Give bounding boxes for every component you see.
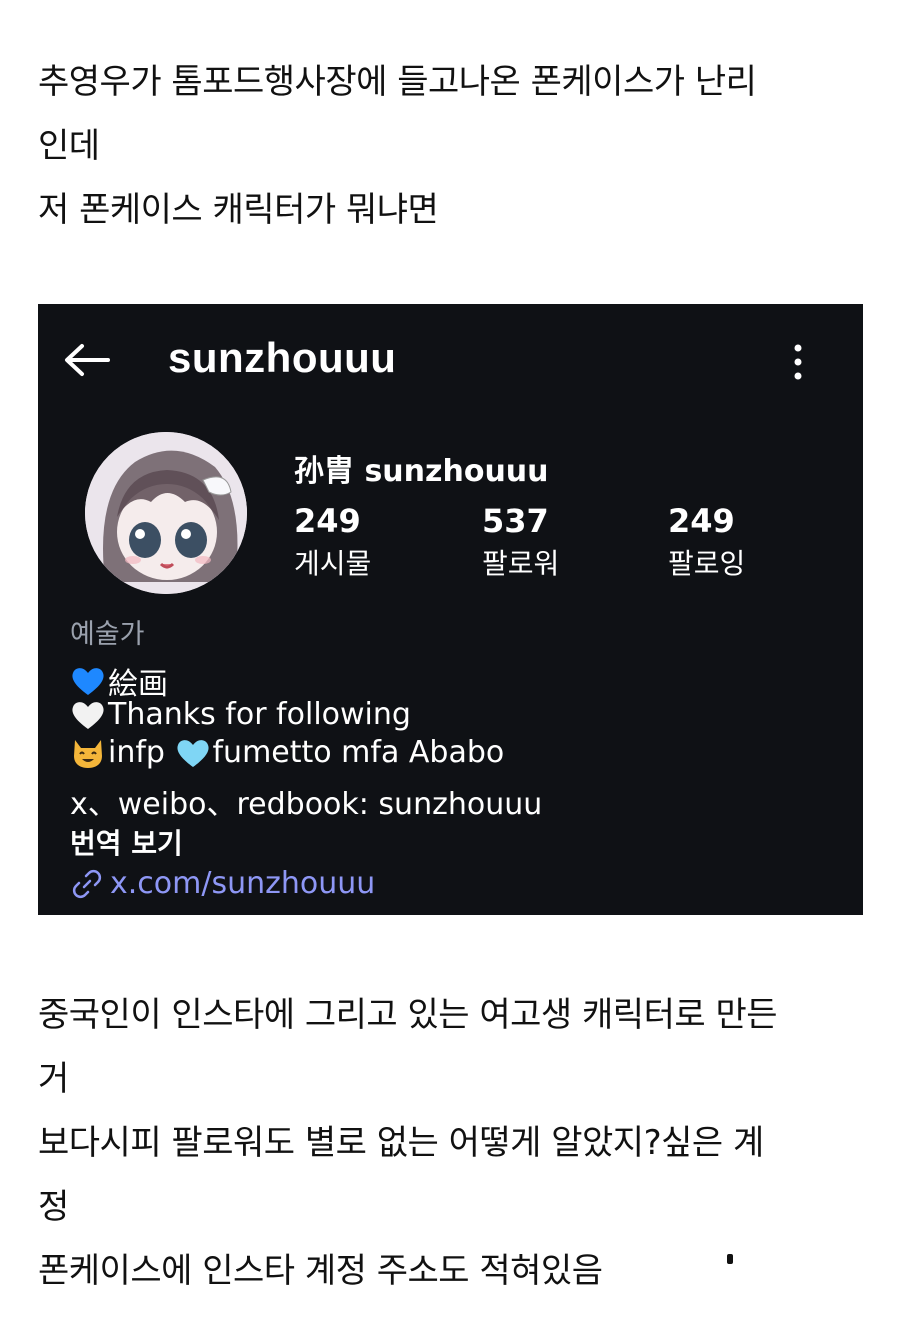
followers-label: 팔로워 (482, 547, 560, 580)
stat-posts[interactable]: 249 게시물 (294, 502, 371, 586)
post-outro: 중국인이 인스타에 그리고 있는 여고생 캐릭터로 만든 거 보다시피 팔로워도… (38, 983, 778, 1303)
stat-followers[interactable]: 537 팔로워 (482, 502, 559, 586)
smiling-cat-icon (74, 739, 102, 768)
link-icon (72, 869, 102, 898)
blue-heart-icon (72, 668, 104, 695)
avatar[interactable] (85, 432, 247, 594)
followers-count: 537 (482, 502, 549, 540)
intro-line: 인데 (38, 126, 100, 166)
text-cursor-mark (727, 1254, 733, 1264)
profile-link-text: x.com/sunzhouuu (110, 866, 376, 901)
light-blue-heart-icon (176, 739, 209, 767)
bio-line: x、weibo、redbook: sunzhouuu (70, 779, 542, 823)
profile-display-name: 孙胄 sunzhouuu (294, 454, 549, 489)
bio-line: Thanks for following (70, 697, 411, 732)
bio-text: Thanks for following (108, 697, 411, 732)
instagram-profile-screenshot: sunzhouuu 孙胄 sunzhouuu 249 게시물 537 팔로워 2… (38, 304, 863, 915)
white-heart-icon (72, 701, 104, 729)
bio-line: infp fumetto mfa Ababo (70, 735, 504, 770)
see-translation-button[interactable]: 번역 보기 (70, 822, 183, 862)
profile-link[interactable]: x.com/sunzhouuu (70, 866, 375, 901)
profile-header-bar: sunzhouuu (38, 304, 863, 419)
outro-line: 보다시피 팔로워도 별로 없는 어떻게 알았지?싶은 계 (38, 1123, 764, 1163)
outro-line: 거 (38, 1059, 69, 1099)
post-intro: 추영우가 톰포드행사장에 들고나온 폰케이스가 난리 인데 저 폰케이스 캐릭터… (38, 50, 757, 242)
back-arrow-icon[interactable] (62, 342, 110, 378)
profile-username: sunzhouuu (168, 334, 397, 381)
more-vertical-icon[interactable] (787, 342, 809, 382)
stat-following[interactable]: 249 팔로잉 (668, 502, 745, 586)
avatar-illustration (85, 432, 247, 594)
outro-line: 중국인이 인스타에 그리고 있는 여고생 캐릭터로 만든 (38, 995, 778, 1035)
following-label: 팔로잉 (668, 547, 746, 580)
posts-label: 게시물 (294, 547, 372, 580)
intro-line: 저 폰케이스 캐릭터가 뭐냐면 (38, 190, 439, 230)
outro-line: 폰케이스에 인스타 계정 주소도 적혀있음 (38, 1251, 603, 1291)
outro-line: 정 (38, 1187, 69, 1227)
posts-count: 249 (294, 502, 361, 540)
bio-text: x、weibo、redbook: sunzhouuu (70, 787, 543, 822)
profile-category: 예술가 (70, 619, 145, 650)
following-count: 249 (668, 502, 735, 540)
bio-text: fumetto mfa Ababo (212, 735, 505, 770)
bio-text: infp (108, 735, 175, 770)
intro-line: 추영우가 톰포드행사장에 들고나온 폰케이스가 난리 (38, 62, 757, 102)
